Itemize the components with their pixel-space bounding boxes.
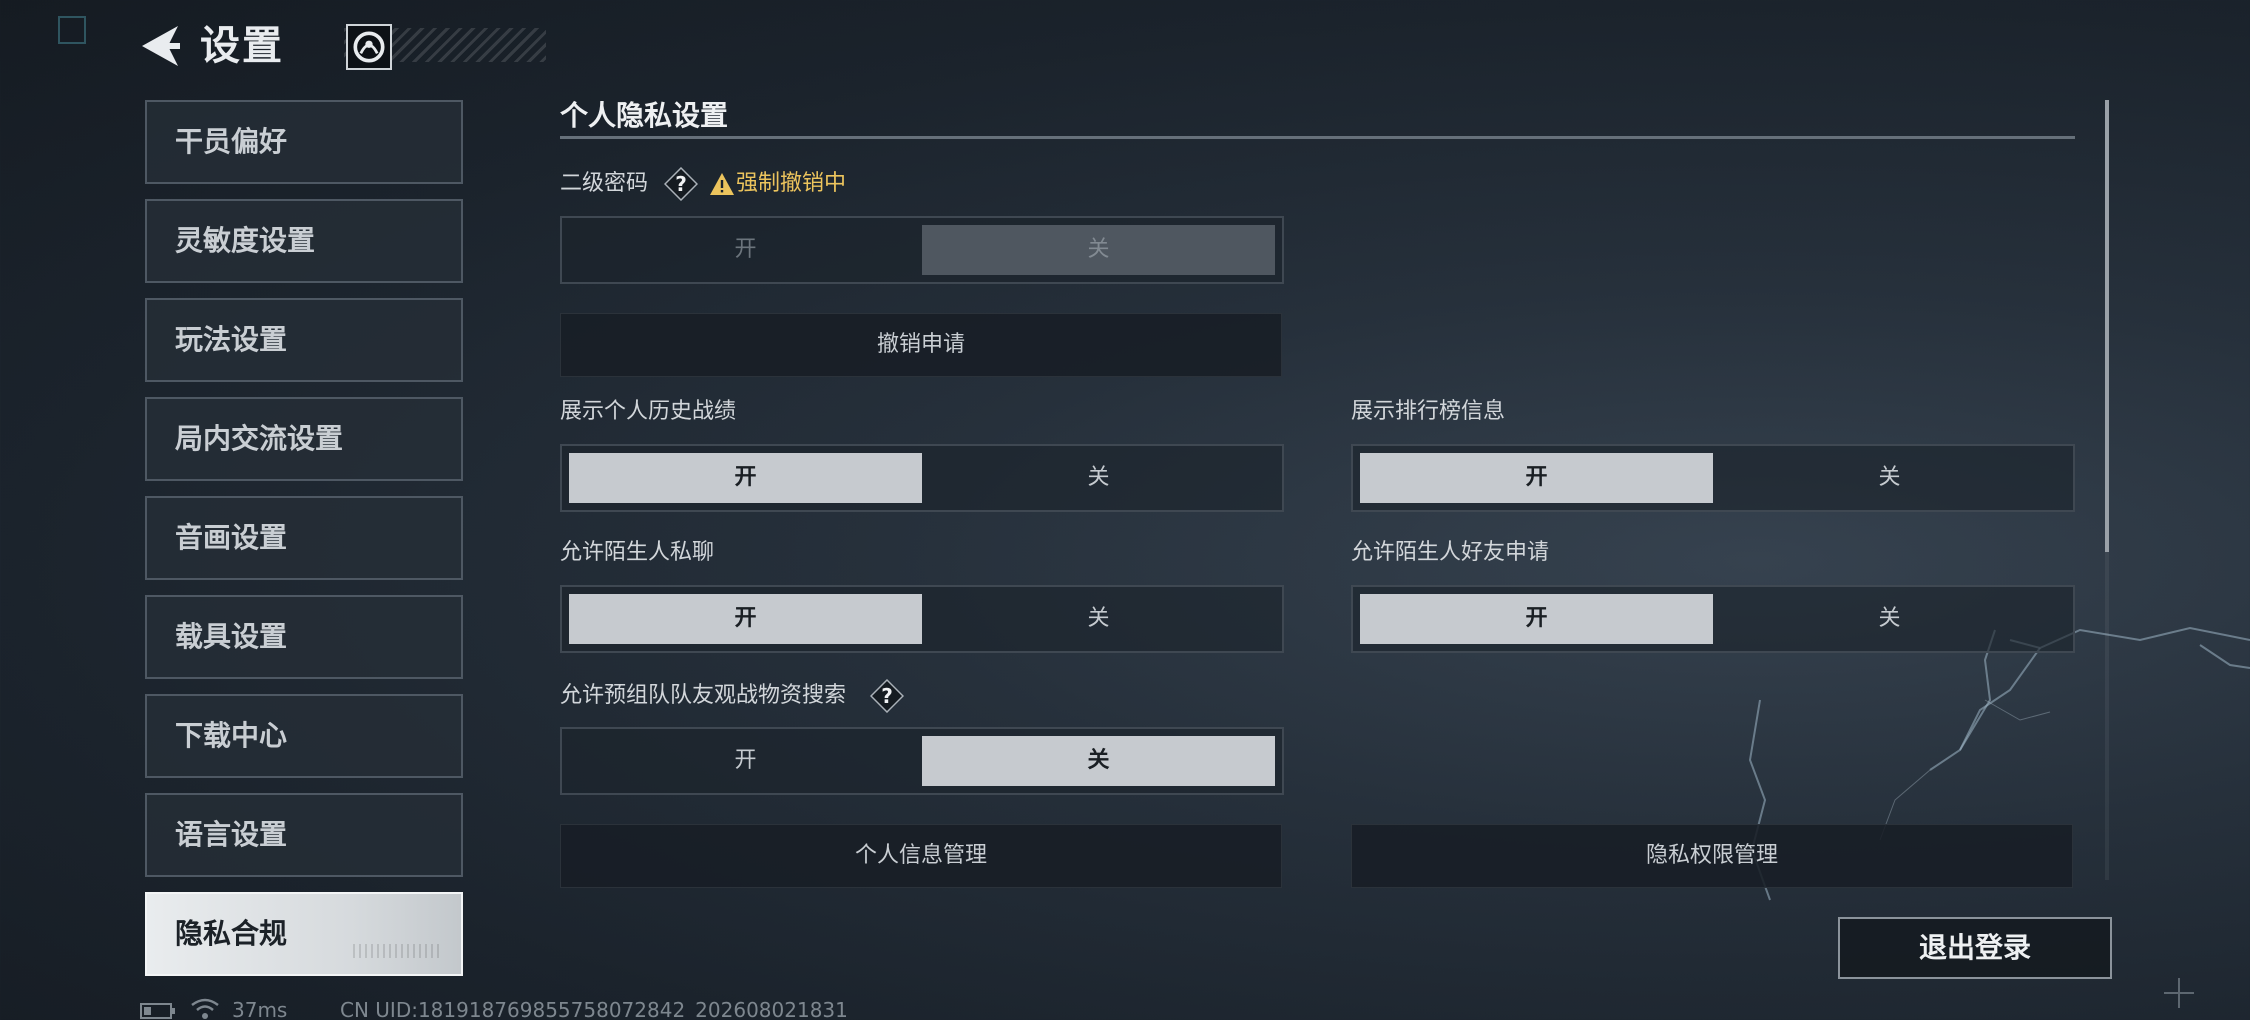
stranger-chat-label: 允许陌生人私聊 (560, 540, 715, 565)
toggle-on-option: 开 (734, 237, 757, 262)
user-uid: CN UID:181918769855758072842_20260802183… (340, 998, 848, 1020)
toggle-on-option[interactable]: 开 (569, 453, 922, 503)
ping-readout: 37ms (232, 998, 288, 1020)
toggle-off-option[interactable]: 关 (922, 453, 1275, 503)
sidebar-item-label: 载具设置 (175, 620, 288, 653)
svg-text:?: ? (881, 684, 893, 708)
wifi-icon (190, 997, 220, 1020)
toggle-off-option: 关 (922, 225, 1275, 275)
section-title: 个人隐私设置 (560, 99, 729, 132)
toggle-on-option[interactable]: 开 (1360, 453, 1713, 503)
secondary-password-label: 二级密码 (560, 171, 649, 196)
leaderboard-label: 展示排行榜信息 (1351, 399, 1506, 424)
toggle-off-option[interactable]: 关 (922, 736, 1275, 786)
plus-icon (2162, 976, 2196, 1010)
history-stats-label: 展示个人历史战绩 (560, 399, 737, 424)
toggle-off-option[interactable]: 关 (1713, 453, 2066, 503)
logout-button[interactable]: 退出登录 (1838, 917, 2112, 979)
sidebar-item-sensitivity[interactable]: 灵敏度设置 (145, 199, 463, 283)
sidebar-item-label: 灵敏度设置 (175, 224, 316, 257)
team-spectate-label: 允许预组队队友观战物资搜索 (560, 683, 847, 708)
toggle-on-option[interactable]: 开 (569, 736, 922, 786)
back-arrow-icon[interactable] (138, 22, 182, 70)
forced-revoke-warning-text: 强制撤销中 (736, 171, 847, 196)
sidebar-item-label: 下载中心 (175, 719, 288, 752)
stranger-friend-toggle: 开 关 (1351, 585, 2075, 653)
sidebar-item-privacy-compliance[interactable]: 隐私合规 (145, 892, 463, 976)
sidebar-item-download-center[interactable]: 下载中心 (145, 694, 463, 778)
sidebar-item-label: 干员偏好 (175, 125, 288, 158)
toggle-on-option[interactable]: 开 (1360, 594, 1713, 644)
sidebar-item-in-game-communication[interactable]: 局内交流设置 (145, 397, 463, 481)
sidebar-item-label: 音画设置 (175, 521, 288, 554)
sidebar-item-operator-preference[interactable]: 干员偏好 (145, 100, 463, 184)
profile-emblem-icon[interactable] (346, 24, 392, 70)
leaderboard-toggle: 开 关 (1351, 444, 2075, 512)
toggle-off-option[interactable]: 关 (1713, 594, 2066, 644)
personal-info-management-button[interactable]: 个人信息管理 (560, 824, 1282, 888)
sidebar-item-label: 隐私合规 (175, 917, 288, 950)
sidebar-item-audio-video[interactable]: 音画设置 (145, 496, 463, 580)
section-divider (560, 136, 2075, 139)
team-spectate-toggle: 开 关 (560, 727, 1284, 795)
battery-icon (140, 1002, 176, 1020)
sidebar-item-gameplay[interactable]: 玩法设置 (145, 298, 463, 382)
tab-hatch-decoration (353, 944, 443, 958)
revoke-request-button[interactable]: 撤销申请 (560, 313, 1282, 377)
svg-text:?: ? (675, 172, 687, 196)
corner-frame (58, 16, 86, 44)
sidebar-item-label: 局内交流设置 (175, 422, 344, 455)
toggle-off-option[interactable]: 关 (922, 594, 1275, 644)
stranger-chat-toggle: 开 关 (560, 585, 1284, 653)
sidebar-item-language[interactable]: 语言设置 (145, 793, 463, 877)
warning-triangle-icon (709, 172, 735, 196)
stranger-friend-label: 允许陌生人好友申请 (1351, 540, 1550, 565)
toggle-on-option[interactable]: 开 (569, 594, 922, 644)
sidebar-item-vehicle[interactable]: 载具设置 (145, 595, 463, 679)
question-mark-icon[interactable]: ? (869, 678, 905, 714)
history-stats-toggle: 开 关 (560, 444, 1284, 512)
question-mark-icon[interactable]: ? (663, 166, 699, 202)
sidebar-item-label: 玩法设置 (175, 323, 288, 356)
secondary-password-toggle: 开 关 (560, 216, 1284, 284)
scrollbar-thumb[interactable] (2105, 100, 2109, 552)
privacy-permission-management-button[interactable]: 隐私权限管理 (1351, 824, 2073, 888)
sidebar-item-label: 语言设置 (175, 818, 288, 851)
page-title: 设置 (200, 23, 284, 69)
